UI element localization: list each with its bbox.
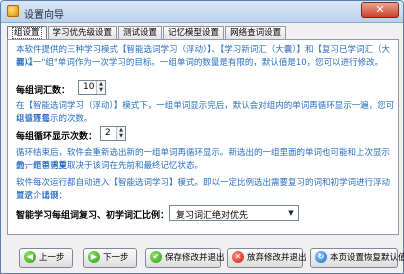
app-icon: [7, 5, 19, 17]
close-icon[interactable]: ✕: [361, 2, 399, 18]
ratio-note-1: 软件每次运行都自动进入【智能选词学习】模式。即以一定比例选出需要复习的词和初学词…: [16, 178, 391, 201]
next-button[interactable]: ▶ 下一步: [83, 248, 137, 268]
tab-strip: 组设置 学习优先级设置 测试设置 记忆模型设置 网络查词设置: [7, 26, 287, 41]
intro-text-2: 都以一"组"单词作为一次学习的目标。一组单词的数量是有限的，默认值是10，您可以…: [16, 58, 384, 68]
tab-memory-model[interactable]: 记忆模型设置: [163, 26, 225, 40]
prev-button[interactable]: ◀ 上一步: [19, 248, 73, 268]
chevron-down-icon[interactable]: ▼: [286, 208, 296, 218]
reset-default-button-label: 本页设置恢复默认值: [330, 253, 404, 263]
discard-exit-button[interactable]: ✕ 放弃修改并退出: [227, 248, 307, 268]
ratio-dropdown[interactable]: 复习词汇绝对优先 ▼: [169, 205, 299, 221]
loops-per-group-label: 每组循环显示次数：: [16, 132, 98, 142]
spinner-arrows-icon[interactable]: ▲ ▼: [96, 81, 105, 94]
reset-icon: ↻: [315, 250, 327, 263]
tab-test-settings[interactable]: 测试设置: [118, 26, 163, 40]
group-settings-panel: 本软件提供的三种学习模式【智能选词学习（浮动）】、【学习新词汇（大囊）】和【复习…: [7, 39, 399, 235]
loop-note-2: 叠，是否重复取决于该词在先前和最终记忆状态。: [16, 161, 204, 171]
spinner-arrows-icon[interactable]: ▲ ▼: [116, 127, 125, 140]
next-button-label: 下一步: [103, 253, 129, 263]
cancel-icon: ✕: [232, 250, 244, 263]
prev-button-label: 上一步: [39, 253, 65, 263]
tab-label: 学习优先级设置: [52, 28, 113, 38]
loops-per-group-spinner[interactable]: 2 ▲ ▼: [100, 126, 126, 141]
window-title: 设置向导: [24, 10, 64, 21]
tab-label: 网络查词设置: [230, 28, 282, 38]
words-per-group-label: 每组词汇数：: [16, 86, 71, 96]
check-icon: ✔: [150, 250, 162, 263]
tab-label: 测试设置: [123, 28, 158, 38]
arrow-right-icon: ▶: [88, 250, 100, 263]
discard-exit-button-label: 放弃修改并退出: [247, 253, 307, 263]
save-exit-button-label: 保存修改并退出: [165, 253, 225, 263]
ratio-selected-value: 复习词汇绝对优先: [176, 211, 249, 221]
tab-label: 记忆模型设置: [168, 28, 220, 38]
loops-per-group-value: 2: [105, 128, 111, 138]
tab-network-lookup[interactable]: 网络查词设置: [225, 26, 287, 40]
words-per-group-spinner[interactable]: 10 ▲ ▼: [78, 80, 106, 95]
title-bar[interactable]: 设置向导 ✕: [1, 1, 403, 23]
reset-default-button[interactable]: ↻ 本页设置恢复默认值: [310, 248, 404, 268]
ratio-note-2: 置这个比例：: [16, 191, 68, 201]
settings-wizard-window: 设置向导 ✕ 组设置 学习优先级设置 测试设置 记忆模型设置 网络查词设置 本软…: [0, 0, 404, 274]
ratio-label: 智能学习每组词复习、初学词汇比例：: [16, 211, 170, 221]
save-exit-button[interactable]: ✔ 保存修改并退出: [145, 248, 225, 268]
tab-label: 组设置: [12, 27, 42, 39]
arrow-left-icon: ◀: [24, 250, 36, 263]
smart-mode-note-2: 组循环显示的次数。: [16, 114, 93, 124]
tab-learning-priority[interactable]: 学习优先级设置: [47, 26, 118, 40]
words-per-group-value: 10: [83, 82, 95, 92]
